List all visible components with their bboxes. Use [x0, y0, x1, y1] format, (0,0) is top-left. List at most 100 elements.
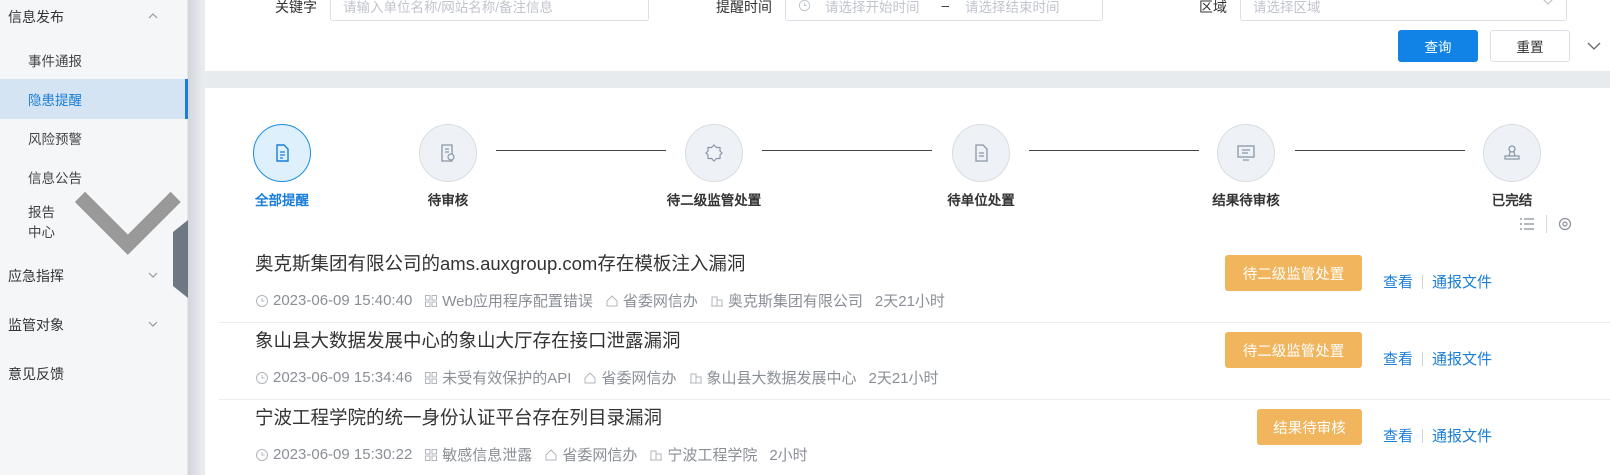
sidebar-item-risk-warning[interactable]: 风险预警: [0, 118, 188, 158]
notice-file-link[interactable]: 通报文件: [1432, 271, 1492, 292]
sidebar: 信息发布 事件通报 隐患提醒 风险预警 信息公告 报告中心 应急指挥 监管对象 …: [0, 0, 188, 475]
date-start-placeholder: 请选择开始时间: [825, 0, 920, 15]
record-meta: 2023-06-09 15:30:22 敏感信息泄露 省委网信办 宁波工程学院 …: [255, 444, 808, 465]
clock-icon: [798, 0, 811, 12]
record-title[interactable]: 宁波工程学院的统一身份认证平台存在列目录漏洞: [255, 404, 662, 430]
home-icon: [545, 448, 557, 460]
step-all-reminders[interactable]: [253, 124, 311, 182]
chevron-down-icon: [148, 272, 158, 278]
record-category: 敏感信息泄露: [442, 447, 533, 464]
category-icon: [425, 294, 438, 307]
nav-group-label: 监管对象: [8, 317, 64, 333]
record-elapsed: 2天21小时: [874, 293, 945, 310]
settings-icon[interactable]: [1557, 216, 1573, 232]
nav-group-label: 应急指挥: [8, 268, 64, 284]
clock-icon: [256, 371, 268, 384]
date-end-placeholder: 请选择结束时间: [965, 0, 1060, 15]
region-label: 区域: [1199, 0, 1227, 15]
step-label: 结果待审核: [1212, 193, 1280, 208]
action-divider: [1422, 275, 1423, 289]
step-pending-unit-handling[interactable]: [952, 124, 1010, 182]
date-range-separator: –: [941, 0, 950, 13]
review-icon: [441, 144, 455, 162]
sidebar-item-report-center[interactable]: 报告中心: [0, 191, 188, 256]
reminder-time-label: 提醒时间: [716, 0, 772, 15]
notice-file-link[interactable]: 通报文件: [1432, 425, 1492, 446]
step-label: 待二级监管处置: [666, 193, 762, 208]
category-icon: [425, 448, 438, 461]
record-meta: 2023-06-09 15:40:40 Web应用程序配置错误 省委网信办 奥克…: [255, 290, 945, 311]
view-link[interactable]: 查看: [1383, 425, 1413, 446]
query-button[interactable]: 查询: [1398, 30, 1478, 62]
list-item: 奥克斯集团有限公司的ams.auxgroup.com存在模板注入漏洞 2023-…: [219, 246, 1610, 323]
step-label: 已完结: [1491, 193, 1533, 208]
record-title[interactable]: 象山县大数据发展中心的象山大厅存在接口泄露漏洞: [255, 327, 681, 353]
nav-group-feedback[interactable]: 意见反馈: [0, 354, 188, 394]
nav-group-emergency[interactable]: 应急指挥: [0, 256, 188, 296]
building-icon: [689, 373, 702, 383]
stamp-icon: [1504, 145, 1520, 160]
nav-group-label: 信息发布: [8, 9, 64, 25]
status-badge: 待二级监管处置: [1225, 255, 1362, 291]
filter-panel: 关键字 请输入单位名称/网站名称/备注信息 提醒时间 请选择开始时间 – 请选择…: [205, 0, 1610, 71]
step-label: 待单位处置: [947, 193, 1015, 208]
record-title[interactable]: 奥克斯集团有限公司的ams.auxgroup.com存在模板注入漏洞: [255, 250, 745, 276]
expand-filters-icon[interactable]: [1587, 39, 1601, 53]
step-completed[interactable]: [1483, 124, 1541, 182]
step-pending-secondary-supervision[interactable]: [685, 124, 743, 182]
nav-group-info-publish[interactable]: 信息发布: [0, 0, 188, 37]
step-result-pending-review[interactable]: [1217, 124, 1275, 182]
clock-icon: [256, 448, 268, 461]
chevron-down-icon: [1543, 0, 1553, 5]
date-range-picker[interactable]: 请选择开始时间 – 请选择结束时间: [785, 0, 1103, 21]
step-pending-review[interactable]: [419, 124, 477, 182]
record-category: 未受有效保护的API: [442, 370, 572, 387]
step-connector: [762, 150, 932, 151]
step-label: 待审核: [427, 193, 469, 208]
sidebar-item-event-notice[interactable]: 事件通报: [0, 40, 188, 80]
chevron-up-icon: [148, 13, 158, 19]
record-elapsed: 2小时: [769, 447, 808, 464]
sidebar-item-label: 隐患提醒: [28, 93, 82, 108]
chevron-down-icon: [148, 321, 158, 327]
keyword-label: 关键字: [275, 0, 317, 15]
list-item: 象山县大数据发展中心的象山大厅存在接口泄露漏洞 2023-06-09 15:34…: [219, 323, 1610, 400]
main-card: 全部提醒 待审核 待二级监管处置 待单位处置 结果待审核 已完结 奥克斯集团有限…: [205, 88, 1610, 475]
record-dept: 省委网信办: [622, 293, 698, 310]
record-meta: 2023-06-09 15:34:46 未受有效保护的API 省委网信办 象山县…: [255, 367, 939, 388]
step-connector: [1295, 150, 1465, 151]
keyword-placeholder: 请输入单位名称/网站名称/备注信息: [343, 0, 554, 15]
keyword-input[interactable]: 请输入单位名称/网站名称/备注信息: [330, 0, 649, 21]
record-time: 2023-06-09 15:40:40: [273, 292, 413, 309]
building-icon: [710, 296, 723, 306]
sidebar-item-hazard-reminder[interactable]: 隐患提醒: [0, 79, 188, 119]
sidebar-item-label: 报告中心: [28, 205, 55, 240]
action-divider: [1422, 352, 1423, 366]
step-label: 全部提醒: [255, 193, 309, 208]
region-placeholder: 请选择区域: [1253, 0, 1321, 15]
record-dept: 省委网信办: [562, 447, 638, 464]
action-divider: [1422, 429, 1423, 443]
clock-icon: [256, 294, 268, 307]
list-item: 宁波工程学院的统一身份认证平台存在列目录漏洞 2023-06-09 15:30:…: [219, 400, 1610, 475]
badge-icon: [705, 144, 723, 162]
record-unit: 象山县大数据发展中心: [706, 370, 857, 387]
home-icon: [584, 371, 596, 383]
notice-file-link[interactable]: 通报文件: [1432, 348, 1492, 369]
step-connector: [496, 150, 666, 151]
sidebar-collapse-handle[interactable]: [173, 220, 188, 298]
record-category: Web应用程序配置错误: [442, 293, 593, 310]
file-icon: [975, 144, 988, 162]
view-link[interactable]: 查看: [1383, 271, 1413, 292]
nav-group-supervised-objects[interactable]: 监管对象: [0, 305, 188, 345]
view-link[interactable]: 查看: [1383, 348, 1413, 369]
list-view-icon[interactable]: [1519, 216, 1535, 232]
reset-button[interactable]: 重置: [1490, 30, 1570, 62]
status-badge: 结果待审核: [1257, 409, 1362, 445]
sidebar-divider: [188, 0, 202, 475]
status-badge: 待二级监管处置: [1225, 332, 1362, 368]
toolbar-divider: [1546, 215, 1547, 233]
region-select[interactable]: 请选择区域: [1240, 0, 1567, 21]
record-dept: 省委网信办: [601, 370, 677, 387]
nav-group-label: 意见反馈: [8, 366, 64, 382]
